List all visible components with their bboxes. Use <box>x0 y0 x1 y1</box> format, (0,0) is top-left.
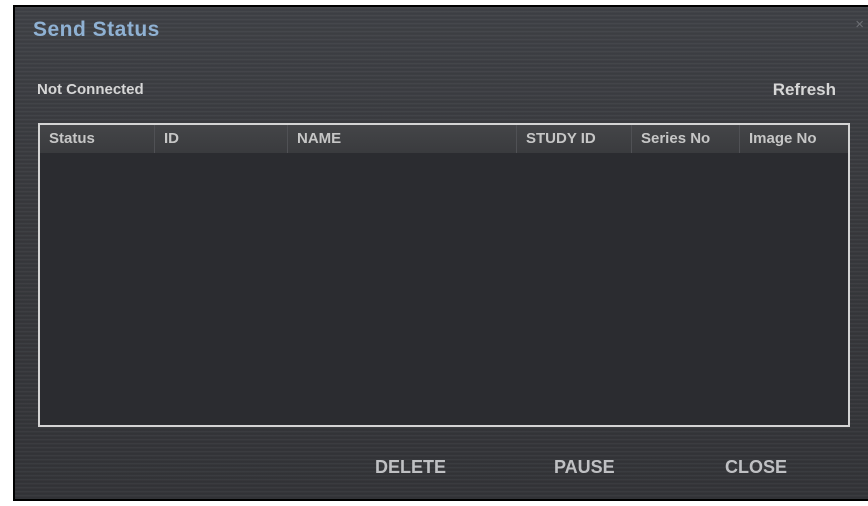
send-status-dialog: Send Status × Not Connected Refresh Stat… <box>13 5 868 501</box>
column-header-image-no[interactable]: Image No <box>740 125 848 153</box>
refresh-button[interactable]: Refresh <box>773 80 836 100</box>
table-header-row: Status ID NAME STUDY ID Series No Image … <box>40 125 848 153</box>
close-button[interactable]: CLOSE <box>725 457 787 478</box>
pause-button[interactable]: PAUSE <box>554 457 615 478</box>
connection-status: Not Connected <box>37 81 144 98</box>
column-header-status[interactable]: Status <box>40 125 155 153</box>
close-icon[interactable]: × <box>855 17 864 32</box>
send-queue-table: Status ID NAME STUDY ID Series No Image … <box>38 123 850 427</box>
column-header-series-no[interactable]: Series No <box>632 125 740 153</box>
column-header-id[interactable]: ID <box>155 125 288 153</box>
table-body[interactable] <box>40 153 848 425</box>
column-header-name[interactable]: NAME <box>288 125 517 153</box>
delete-button[interactable]: DELETE <box>375 457 446 478</box>
dialog-title: Send Status <box>33 18 160 41</box>
column-header-study-id[interactable]: STUDY ID <box>517 125 632 153</box>
